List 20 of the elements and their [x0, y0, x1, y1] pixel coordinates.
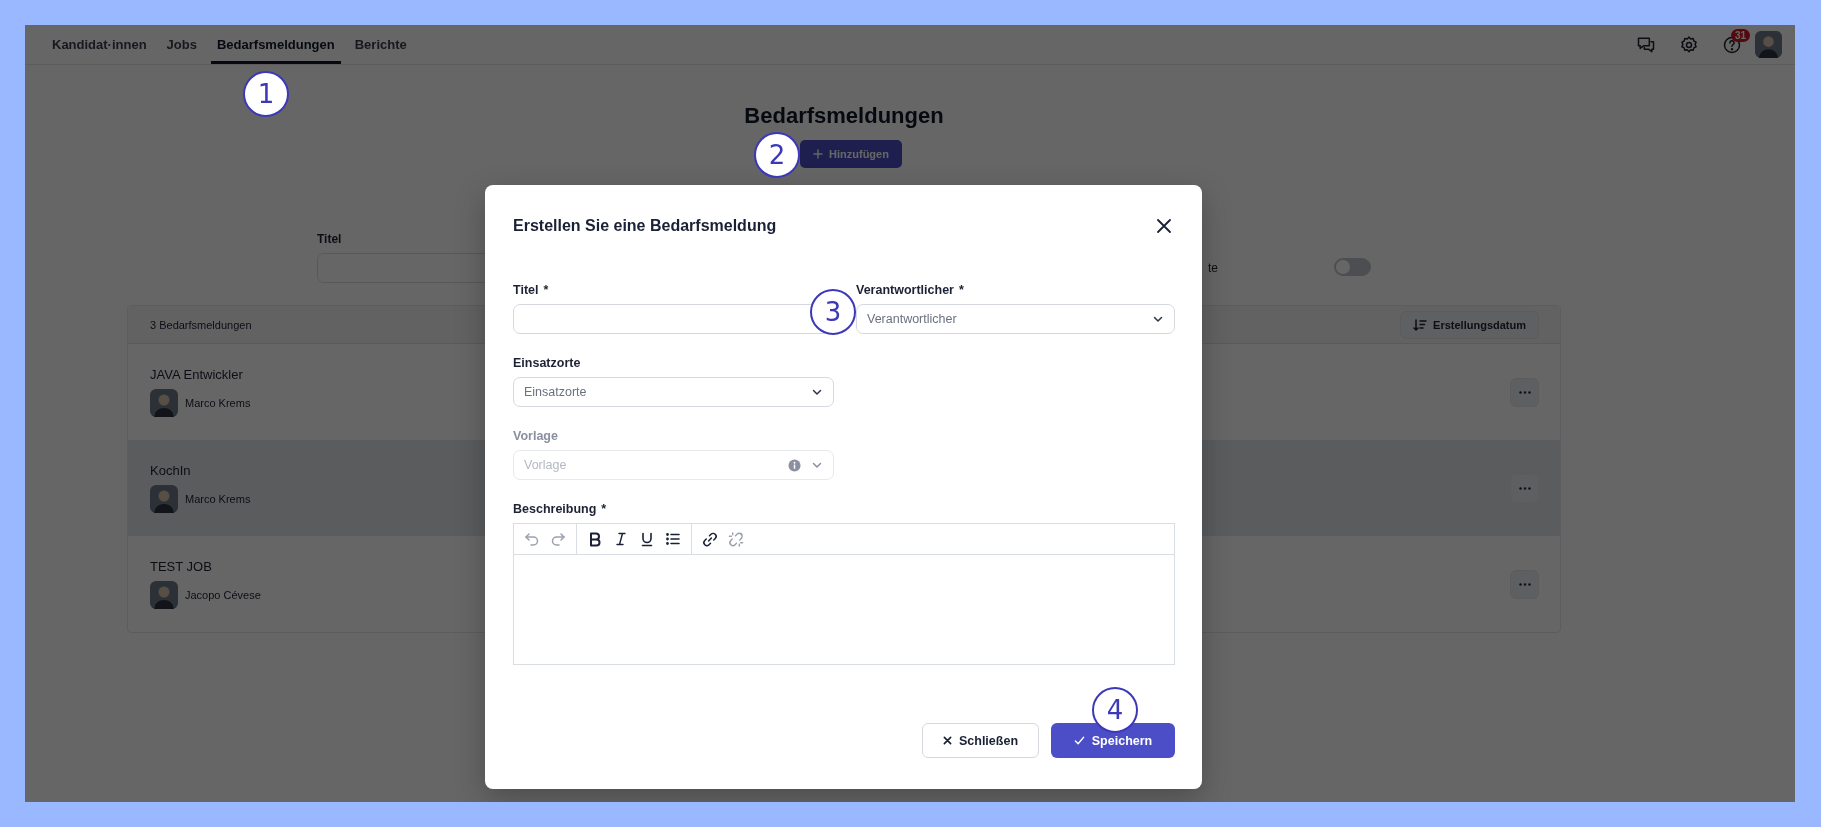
field-label: Verantwortlicher *	[856, 283, 965, 298]
field-label: Titel *	[513, 283, 550, 298]
result-count: 3 Bedarfsmeldungen	[150, 318, 252, 331]
dialog-title: Erstellen Sie eine Bedarfsmeldung	[513, 216, 777, 236]
step-marker: 1	[243, 71, 289, 117]
field-label: Beschreibung *	[513, 502, 608, 517]
field-label: Einsatzorte	[513, 356, 582, 371]
select-field: Vorlage	[513, 450, 834, 480]
field-label: Titel	[317, 232, 343, 247]
field-label: Vorlage	[513, 429, 559, 444]
step-marker: 2	[754, 132, 800, 178]
job-title: KochIn	[150, 463, 192, 479]
person-name: Marco Krems	[185, 397, 251, 409]
person-name: Jacopo Cévese	[185, 589, 261, 601]
page-title: Bedarfsmeldungen	[743, 102, 945, 130]
person-name: Marco Krems	[185, 493, 251, 505]
toggle-label: te	[1208, 261, 1218, 276]
notification-badge: 31	[1731, 28, 1751, 42]
job-title: TEST JOB	[150, 559, 213, 575]
job-title: JAVA Entwickler	[150, 367, 244, 383]
